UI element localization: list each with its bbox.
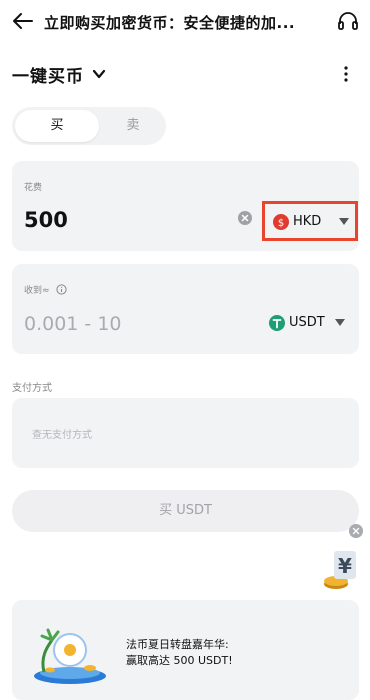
more-vertical-icon[interactable] [338, 62, 354, 86]
hkd-coin-icon: $ [273, 214, 289, 230]
yen-coin-icon[interactable]: ¥ [316, 548, 360, 592]
caret-down-icon [339, 218, 349, 225]
receive-currency-label[interactable]: USDT [289, 315, 325, 330]
top-bar: 立即购买加密货币：安全便捷的加... [0, 0, 370, 44]
receive-label-row: 收到≈ [24, 283, 67, 296]
spend-currency-select[interactable]: $ HKD [262, 201, 358, 241]
receive-amount-input[interactable]: 0.001 - 10 [24, 313, 122, 335]
buy-usdt-button[interactable]: 买 USDT [12, 490, 359, 532]
page-title: 立即购买加密货币：安全便捷的加... [44, 14, 296, 32]
buy-sell-toggle: 买 卖 [12, 107, 166, 145]
payment-method-select[interactable]: 查无支付方式 [12, 398, 359, 468]
payment-placeholder: 查无支付方式 [32, 430, 92, 441]
svg-text:¥: ¥ [338, 554, 352, 578]
spend-currency-label: HKD [293, 214, 322, 229]
carnival-wheel-icon [34, 628, 106, 684]
tab-sell[interactable]: 卖 [102, 110, 164, 142]
arrow-left-icon[interactable] [12, 10, 34, 32]
payment-method-label: 支付方式 [12, 383, 52, 394]
receive-card: 收到≈ 0.001 - 10 USDT [12, 264, 359, 354]
svg-text:$: $ [278, 218, 284, 229]
usdt-coin-icon [269, 315, 285, 331]
spend-label: 花费 [24, 183, 43, 193]
chevron-down-icon [92, 69, 106, 79]
promo-title: 法币夏日转盘嘉年华: [126, 638, 229, 651]
close-icon[interactable] [349, 524, 363, 538]
mode-selector[interactable]: 一键买币 [12, 62, 106, 87]
tab-buy[interactable]: 买 [15, 110, 99, 142]
headset-icon[interactable] [336, 9, 360, 33]
receive-label: 收到≈ [24, 286, 50, 296]
info-icon[interactable] [55, 284, 67, 295]
promo-banner[interactable]: 法币夏日转盘嘉年华: 赢取高达 500 USDT! [12, 600, 359, 700]
promo-subtitle: 赢取高达 500 USDT! [126, 654, 233, 667]
caret-down-icon[interactable] [335, 319, 345, 327]
spend-amount-input[interactable]: 500 [24, 208, 68, 232]
spend-card: 花费 500 $ HKD [12, 161, 359, 251]
mode-title: 一键买币 [12, 66, 84, 87]
clear-icon[interactable] [238, 211, 252, 225]
